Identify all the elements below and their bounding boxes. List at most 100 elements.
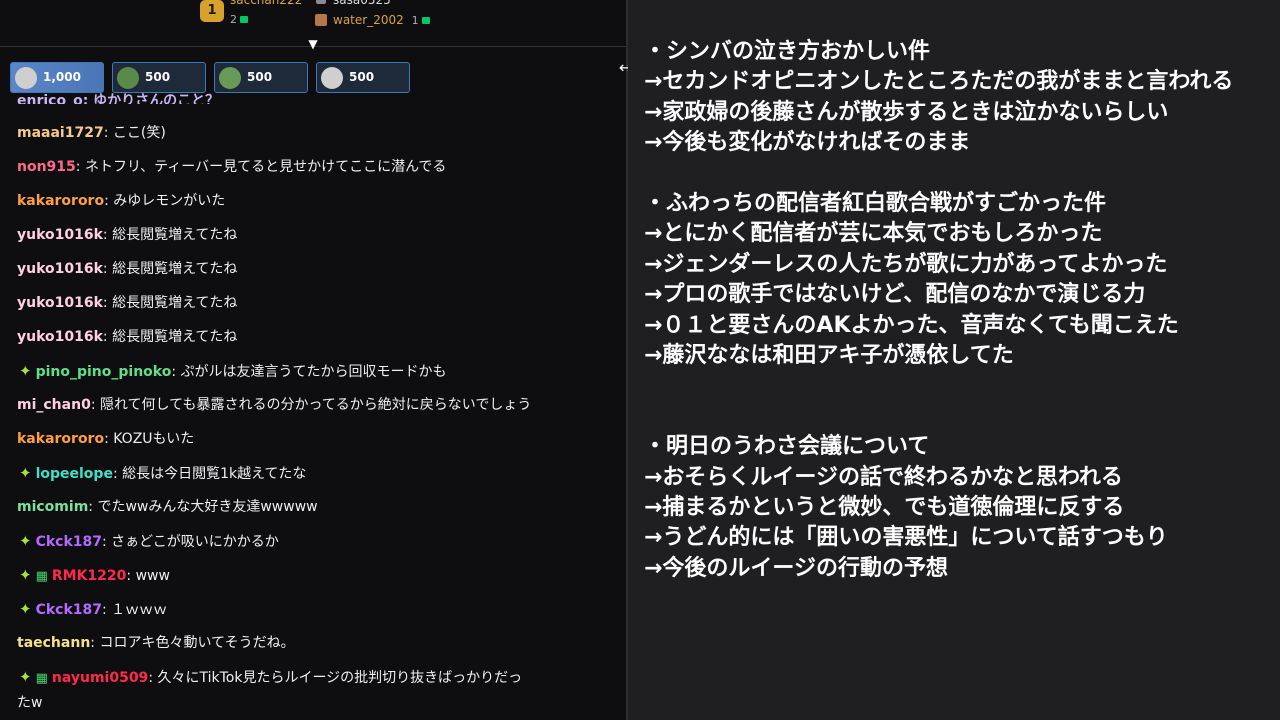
chat-message: mi_chan0: 隠れて何しても暴露されるの分かってるから絶対に戻らないでしょ… <box>17 396 616 414</box>
chat-message: yuko1016k: 総長閲覧増えてたね <box>17 226 616 244</box>
note-line: →今後のルイージの行動の予想 <box>644 555 948 581</box>
chat-text: : でたwwみんな大好き友達wwwww <box>88 499 318 515</box>
note-line: →家政婦の後藤さんが散歩するときは泣かないらしい <box>644 99 1169 125</box>
chat-username[interactable]: Ckck187 <box>36 602 102 618</box>
chat-panel: 1 sacchan222 2 sasa0525 water_2002 1 ▼ 1… <box>0 0 626 720</box>
chat-username[interactable]: maaai1727 <box>17 125 104 141</box>
chat-username[interactable]: nayumi0509 <box>52 670 148 686</box>
leaderboard-second-name: sasa0525 <box>333 0 391 7</box>
chat-message: kakarororo: みゆレモンがいた <box>17 192 616 210</box>
collapse-leaderboard-icon[interactable]: ▼ <box>305 38 321 50</box>
chat-username[interactable]: kakarororo <box>17 193 104 209</box>
leaderboard: 1 sacchan222 2 sasa0525 water_2002 1 ▼ <box>0 0 626 50</box>
hype-amount: 500 <box>349 70 375 84</box>
leaderboard-third-count: 1 <box>411 14 419 27</box>
chat-message-partial: enrico_o: ゆかりさんのこと？ <box>17 93 220 104</box>
chat-text: : みゆレモンがいた <box>104 193 226 209</box>
chat-username[interactable]: pino_pino_pinoko <box>36 364 172 380</box>
chat-username[interactable]: taechann <box>17 635 90 651</box>
chat-text: : 久々にTikTok見たらルイージの批判切り抜きばっかりだっ <box>148 670 523 686</box>
chat-message: ✦ ▦ RMK1220: www <box>17 566 616 586</box>
hype-amount: 500 <box>145 70 171 84</box>
chat-username[interactable]: yuko1016k <box>17 329 103 345</box>
note-line: ・ふわっちの配信者紅白歌合戦がすごかった件 <box>644 191 1107 216</box>
leaderboard-third[interactable]: water_2002 1 <box>333 14 430 27</box>
note-line: →セカンドオピニオンしたところただの我がままと言われる <box>644 69 1234 95</box>
rank-2-badge <box>316 0 326 4</box>
avatar <box>15 67 37 89</box>
chat-username[interactable]: Ckck187 <box>36 534 102 550</box>
sparkle-badge-icon[interactable]: ✦ <box>19 668 32 686</box>
note-line: →今後も変化がなければそのまま <box>644 130 971 156</box>
chat-username[interactable]: yuko1016k <box>17 295 103 311</box>
chat-text: : 総長は今日閲覧1k越えてたな <box>112 466 307 482</box>
note-line: →藤沢ななは和田アキ子が憑依してた <box>644 343 1014 368</box>
chat-message: non915: ネトフリ、ティーバー見てると見せかけてここに潜んでる <box>17 158 616 176</box>
hype-amount: 1,000 <box>43 70 81 84</box>
sparkle-badge-icon[interactable]: ✦ <box>19 600 32 618</box>
sparkle-badge-icon[interactable]: ✦ <box>19 362 32 380</box>
rank-3-badge <box>315 14 327 26</box>
rank-1-badge: 1 <box>200 0 224 22</box>
chat-message: maaai1727: ここ(笑) <box>17 124 616 142</box>
gift-badge-icon[interactable]: ▦ <box>36 670 48 688</box>
note-line: →０１と要さんのAKよかった、音声なくても聞こえた <box>644 312 1179 338</box>
gift-badge-icon[interactable]: ▦ <box>36 568 48 586</box>
chat-username[interactable]: yuko1016k <box>17 227 103 243</box>
leaderboard-first[interactable]: sacchan222 2 <box>230 0 302 26</box>
avatar <box>321 67 343 89</box>
hype-amount: 500 <box>247 70 273 84</box>
chat-username[interactable]: micomim <box>17 499 88 515</box>
chat-text: : 隠れて何しても暴露されるの分かってるから絶対に戻らないでしょう <box>90 397 532 413</box>
chat-text: : さぁどこが吸いにかかるか <box>102 534 279 550</box>
chat-username[interactable]: non915 <box>17 159 76 175</box>
avatar <box>219 67 241 89</box>
note-line: →うどん的には「囲いの害悪性」について話すつもり <box>644 525 1168 551</box>
chat-text: : ぷがルは友達言うてたから回収モードかも <box>171 364 447 380</box>
notes-panel: ・シンバの泣き方おかしい件 →セカンドオピニオンしたところただの我がままと言われる… <box>628 0 1280 720</box>
leaderboard-second[interactable]: sasa0525 <box>333 0 391 7</box>
hype-chip[interactable]: 500 <box>112 62 206 93</box>
gem-icon <box>421 17 430 24</box>
leaderboard-first-name: sacchan222 <box>230 0 303 7</box>
hype-chip[interactable]: 500 <box>316 62 410 93</box>
gem-icon <box>240 16 248 23</box>
chat-message: ✦ Ckck187: １ｗｗｗ <box>17 600 616 619</box>
note-line: →おそらくルイージの話で終わるかなと思われる <box>644 464 1123 490</box>
chat-username[interactable]: kakarororo <box>17 431 104 447</box>
hype-chip[interactable]: 1,000 <box>10 62 104 93</box>
leaderboard-third-name: water_2002 <box>333 13 404 27</box>
chat-message-continuation: たw <box>17 695 43 711</box>
note-line: →捕まるかというと微妙、でも道徳倫理に反する <box>644 495 1125 520</box>
chat-username[interactable]: RMK1220 <box>52 568 127 584</box>
note-line: →ジェンダーレスの人たちが歌に力があってよかった <box>644 251 1168 277</box>
chat-message: yuko1016k: 総長閲覧増えてたね <box>17 294 616 312</box>
chat-message: taechann: コロアキ色々動いてそうだね。 <box>17 634 616 652</box>
chat-username[interactable]: lopeelope <box>36 466 113 482</box>
chat-message: ✦ lopeelope: 総長は今日閲覧1k越えてたな <box>17 464 616 483</box>
chat-username[interactable]: mi_chan0 <box>17 397 91 413</box>
chat-text: : www <box>126 568 170 584</box>
avatar <box>117 67 139 89</box>
note-line: ・シンバの泣き方おかしい件 <box>644 39 931 64</box>
chat-text: : KOZUもいた <box>104 431 195 447</box>
sparkle-badge-icon[interactable]: ✦ <box>19 566 32 584</box>
chat-message: ✦ pino_pino_pinoko: ぷがルは友達言うてたから回収モードかも <box>17 362 616 381</box>
chat-text: : 総長閲覧増えてたね <box>102 261 238 277</box>
chat-message: ✦ Ckck187: さぁどこが吸いにかかるか <box>17 532 616 551</box>
chat-message: yuko1016k: 総長閲覧増えてたね <box>17 260 616 278</box>
chat-text: : ネトフリ、ティーバー見てると見せかけてここに潜んでる <box>75 159 447 175</box>
sparkle-badge-icon[interactable]: ✦ <box>19 532 32 550</box>
chat-message: ✦ ▦ nayumi0509: 久々にTikTok見たらルイージの批判切り抜きばっか… <box>17 668 616 688</box>
note-line: ・明日のうわさ会議について <box>644 434 930 460</box>
chat-username[interactable]: yuko1016k <box>17 261 103 277</box>
chat-message: kakarororo: KOZUもいた <box>17 430 616 448</box>
chat-text: : 総長閲覧増えてたね <box>102 227 238 243</box>
chat-message: micomim: でたwwみんな大好き友達wwwww <box>17 498 616 516</box>
hype-chip[interactable]: 500 <box>214 62 308 93</box>
chat-message: yuko1016k: 総長閲覧増えてたね <box>17 328 616 346</box>
note-line: →とにかく配信者が芸に本気でおもしろかった <box>644 221 1103 247</box>
chat-text: : コロアキ色々動いてそうだね。 <box>90 635 295 651</box>
sparkle-badge-icon[interactable]: ✦ <box>19 464 32 482</box>
chat-text: : ここ(笑) <box>103 125 166 141</box>
